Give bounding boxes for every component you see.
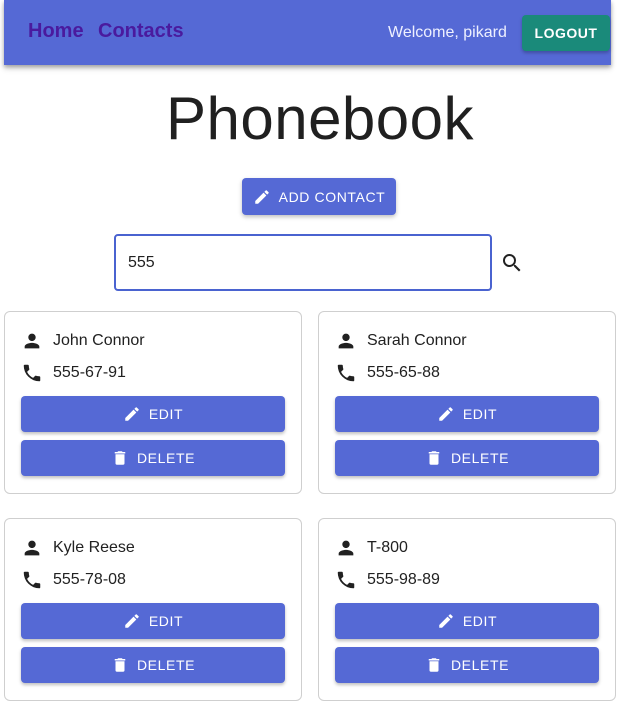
contact-phone-row: 555-65-88 xyxy=(335,362,440,384)
pencil-icon xyxy=(125,407,139,421)
pencil-icon xyxy=(125,614,139,628)
person-icon xyxy=(24,333,40,349)
delete-button[interactable]: DELETE xyxy=(21,440,285,476)
edit-button[interactable]: EDIT xyxy=(335,396,599,432)
delete-label: DELETE xyxy=(450,657,510,673)
pencil-icon xyxy=(254,189,269,204)
contact-name-row: John Connor xyxy=(21,330,145,352)
edit-button[interactable]: EDIT xyxy=(335,603,599,639)
contact-name: John Connor xyxy=(53,332,145,349)
delete-label: DELETE xyxy=(136,657,196,673)
person-icon xyxy=(24,540,40,556)
person-icon xyxy=(338,333,354,349)
search-icon[interactable] xyxy=(500,251,524,275)
edit-label: EDIT xyxy=(148,406,184,422)
logout-button[interactable]: LOGOUT xyxy=(522,15,610,51)
page-title: Phonebook xyxy=(165,85,475,152)
nav-contacts-link[interactable]: Contacts xyxy=(98,20,184,43)
contact-card: Sarah Connor 555-65-88 EDIT DELETE xyxy=(318,311,616,494)
phone-icon xyxy=(23,364,41,382)
contact-phone: 555-98-89 xyxy=(367,571,440,588)
contact-phone-row: 555-78-08 xyxy=(21,569,126,591)
delete-button[interactable]: DELETE xyxy=(21,647,285,683)
contact-name-row: Sarah Connor xyxy=(335,330,467,352)
edit-button[interactable]: EDIT xyxy=(21,396,285,432)
edit-button[interactable]: EDIT xyxy=(21,603,285,639)
contact-phone: 555-67-91 xyxy=(53,364,126,381)
contact-card: Kyle Reese 555-78-08 EDIT DELETE xyxy=(4,518,302,701)
contact-name: Sarah Connor xyxy=(367,332,467,349)
contact-name: T-800 xyxy=(367,539,408,556)
delete-button[interactable]: DELETE xyxy=(335,440,599,476)
welcome-text: Welcome, pikard xyxy=(388,24,507,41)
contact-card: T-800 555-98-89 EDIT DELETE xyxy=(318,518,616,701)
contact-phone: 555-78-08 xyxy=(53,571,126,588)
trash-icon xyxy=(114,451,126,465)
search-input[interactable] xyxy=(116,236,490,289)
contact-name: Kyle Reese xyxy=(53,539,135,556)
app-bar: Home Contacts Welcome, pikard LOGOUT xyxy=(4,0,611,65)
add-contact-label: ADD CONTACT xyxy=(278,188,386,205)
contact-phone: 555-65-88 xyxy=(367,364,440,381)
contact-phone-row: 555-67-91 xyxy=(21,362,126,384)
pencil-icon xyxy=(439,614,453,628)
trash-icon xyxy=(114,658,126,672)
delete-label: DELETE xyxy=(450,450,510,466)
delete-button[interactable]: DELETE xyxy=(335,647,599,683)
nav-home-link[interactable]: Home xyxy=(28,20,84,43)
contact-name-row: T-800 xyxy=(335,537,408,559)
add-contact-button[interactable]: ADD CONTACT xyxy=(242,178,396,215)
contact-name-row: Kyle Reese xyxy=(21,537,135,559)
phone-icon xyxy=(337,571,355,589)
edit-label: EDIT xyxy=(462,613,498,629)
edit-label: EDIT xyxy=(148,613,184,629)
trash-icon xyxy=(428,451,440,465)
person-icon xyxy=(338,540,354,556)
search-field xyxy=(114,234,492,291)
phone-icon xyxy=(23,571,41,589)
trash-icon xyxy=(428,658,440,672)
phone-icon xyxy=(337,364,355,382)
delete-label: DELETE xyxy=(136,450,196,466)
edit-label: EDIT xyxy=(462,406,498,422)
contact-card: John Connor 555-67-91 EDIT DELETE xyxy=(4,311,302,494)
pencil-icon xyxy=(439,407,453,421)
contact-phone-row: 555-98-89 xyxy=(335,569,440,591)
